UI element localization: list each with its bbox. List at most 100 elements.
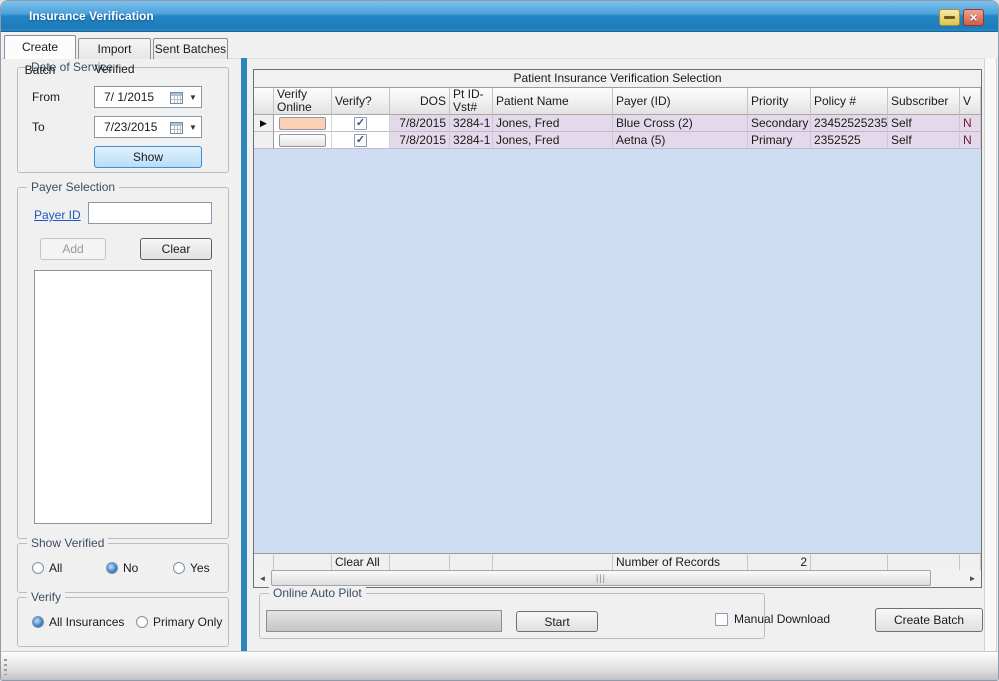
scrollbar-thumb[interactable]: ||| [271, 570, 931, 586]
current-row-arrow-icon: ▶ [260, 119, 267, 128]
verify-group: Verify All Insurances Primary Only [17, 597, 229, 647]
start-button[interactable]: Start [516, 611, 598, 632]
payer-cell[interactable]: Blue Cross (2) [613, 115, 748, 132]
from-date-value: 7/ 1/2015 [95, 90, 170, 104]
payer-id-input[interactable] [88, 202, 212, 224]
from-label: From [32, 90, 60, 104]
header-verify-online[interactable]: Verify Online [274, 88, 332, 115]
radio-all-insurances[interactable]: All Insurances [32, 615, 124, 629]
patient-name-cell[interactable]: Jones, Fred [493, 132, 613, 149]
row-selector-cell[interactable]: ▶ [254, 115, 274, 132]
grid-title: Patient Insurance Verification Selection [254, 70, 981, 88]
title-bar: Insurance Verification × [1, 1, 999, 32]
verify-checkbox-cell[interactable]: ✓ [332, 132, 390, 149]
header-patient-name[interactable]: Patient Name [493, 88, 613, 115]
chevron-down-icon[interactable]: ▼ [185, 123, 201, 132]
footer-cell [960, 553, 981, 570]
verify-checkbox-cell[interactable]: ✓ [332, 115, 390, 132]
radio-label: All Insurances [49, 615, 124, 629]
scroll-right-icon[interactable]: ► [964, 570, 981, 587]
pt-id-cell[interactable]: 3284-1 [450, 115, 493, 132]
window-title: Insurance Verification [29, 1, 154, 31]
radio-selected-icon [32, 616, 44, 628]
insurance-verification-window: Insurance Verification × Create Batch Im… [0, 0, 999, 681]
auto-pilot-progressbar [266, 610, 502, 632]
priority-cell[interactable]: Primary [748, 132, 811, 149]
header-payer-id[interactable]: Payer (ID) [613, 88, 748, 115]
header-priority[interactable]: Priority [748, 88, 811, 115]
checked-checkbox-icon[interactable]: ✓ [354, 117, 367, 130]
close-icon: × [970, 10, 978, 25]
minimize-icon [944, 16, 955, 19]
add-button: Add [40, 238, 106, 260]
grid-header-row: Verify Online Verify? DOS Pt ID-Vst# Pat… [254, 88, 981, 115]
clear-button[interactable]: Clear [140, 238, 212, 260]
dos-cell[interactable]: 7/8/2015 [390, 115, 450, 132]
radio-show-yes[interactable]: Yes [173, 561, 210, 575]
radio-label: No [123, 561, 138, 575]
payer-cell[interactable]: Aetna (5) [613, 132, 748, 149]
verify-online-button[interactable] [279, 134, 326, 147]
manual-download-checkbox[interactable]: Manual Download [715, 612, 830, 626]
patient-insurance-grid: Patient Insurance Verification Selection… [253, 69, 982, 588]
verified-cell[interactable]: N [960, 132, 981, 149]
payer-id-link[interactable]: Payer ID [34, 208, 81, 222]
footer-cell [450, 553, 493, 570]
header-pt-id-vst[interactable]: Pt ID-Vst# [450, 88, 493, 115]
right-edge-strip [984, 58, 997, 651]
header-subscriber[interactable]: Subscriber [888, 88, 960, 115]
to-date-value: 7/23/2015 [95, 120, 170, 134]
patient-name-cell[interactable]: Jones, Fred [493, 115, 613, 132]
close-button[interactable]: × [963, 9, 984, 26]
verify-online-button[interactable] [279, 117, 326, 130]
header-verified[interactable]: V [960, 88, 981, 115]
footer-selector [254, 553, 274, 570]
policy-cell[interactable]: 23452525235 [811, 115, 888, 132]
radio-label: All [49, 561, 62, 575]
subscriber-cell[interactable]: Self [888, 132, 960, 149]
radio-label: Primary Only [153, 615, 222, 629]
header-verify[interactable]: Verify? [332, 88, 390, 115]
verify-online-cell[interactable] [274, 115, 332, 132]
show-verified-label: Show Verified [27, 536, 108, 550]
radio-selected-icon [106, 562, 118, 574]
calendar-icon[interactable] [170, 91, 185, 104]
priority-cell[interactable]: Secondary [748, 115, 811, 132]
clear-all-button[interactable]: Clear All [332, 553, 390, 570]
radio-icon [32, 562, 44, 574]
number-of-records-label: Number of Records [613, 553, 748, 570]
footer-cell [274, 553, 332, 570]
verified-cell[interactable]: N [960, 115, 981, 132]
footer-cell [493, 553, 613, 570]
radio-show-no[interactable]: No [106, 561, 138, 575]
horizontal-scrollbar[interactable]: ◄ ||| ► [254, 570, 981, 587]
policy-cell[interactable]: 2352525 [811, 132, 888, 149]
create-batch-button[interactable]: Create Batch [875, 608, 983, 632]
radio-show-all[interactable]: All [32, 561, 62, 575]
grid-empty-area [254, 149, 981, 553]
subscriber-cell[interactable]: Self [888, 115, 960, 132]
minimize-button[interactable] [939, 9, 960, 26]
radio-primary-only[interactable]: Primary Only [136, 615, 222, 629]
tab-import-verified[interactable]: Import Verified [78, 38, 151, 59]
from-date-picker[interactable]: 7/ 1/2015 ▼ [94, 86, 202, 108]
show-button[interactable]: Show [94, 146, 202, 168]
pt-id-cell[interactable]: 3284-1 [450, 132, 493, 149]
tab-sent-batches[interactable]: Sent Batches [153, 38, 228, 59]
panel-splitter[interactable] [241, 58, 247, 651]
scroll-left-icon[interactable]: ◄ [254, 570, 271, 587]
to-date-picker[interactable]: 7/23/2015 ▼ [94, 116, 202, 138]
header-dos[interactable]: DOS [390, 88, 450, 115]
row-selector-cell[interactable] [254, 132, 274, 149]
tab-create-batch[interactable]: Create Batch [4, 35, 76, 59]
dos-cell[interactable]: 7/8/2015 [390, 132, 450, 149]
payer-listbox[interactable] [34, 270, 212, 524]
verify-label: Verify [27, 590, 65, 604]
footer-cell [811, 553, 888, 570]
verify-online-cell[interactable] [274, 132, 332, 149]
calendar-icon[interactable] [170, 121, 185, 134]
header-policy[interactable]: Policy # [811, 88, 888, 115]
show-verified-group: Show Verified All No Yes [17, 543, 229, 593]
chevron-down-icon[interactable]: ▼ [185, 93, 201, 102]
checked-checkbox-icon[interactable]: ✓ [354, 134, 367, 147]
